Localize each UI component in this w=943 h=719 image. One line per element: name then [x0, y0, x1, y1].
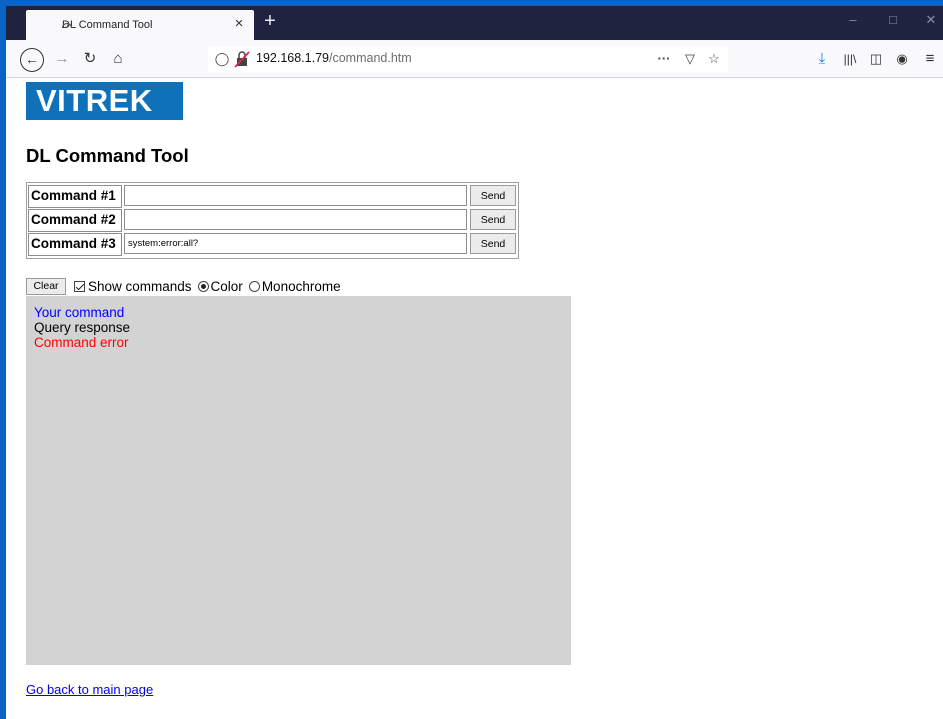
url-text: 192.168.1.79/command.htm	[256, 51, 412, 65]
send-1-button[interactable]: Send	[470, 185, 516, 206]
legend-your-command: Your command	[34, 305, 125, 320]
account-icon[interactable]: ◉	[890, 47, 914, 71]
clear-button[interactable]: Clear	[26, 277, 66, 295]
back-arrow-icon[interactable]: ←	[20, 48, 44, 72]
url-bar[interactable]: ◯ 192.168.1.79/command.htm ··· ▽ ☆	[208, 46, 728, 72]
monochrome-radio[interactable]	[248, 280, 260, 292]
monochrome-label: Monochrome	[261, 278, 341, 294]
bookmark-star-icon[interactable]: ☆	[704, 49, 724, 69]
page-actions-icon[interactable]: ···	[654, 49, 674, 69]
menu-icon[interactable]: ≡	[918, 47, 942, 71]
minimize-icon[interactable]: –	[843, 12, 863, 27]
sidebar-icon[interactable]: ◫	[864, 47, 888, 71]
maximize-icon[interactable]: □	[883, 12, 903, 27]
gauge-icon	[61, 22, 73, 29]
show-commands-checkbox[interactable]	[74, 280, 85, 292]
output-controls: Clear Show commands Color Monochrome	[26, 277, 341, 295]
browser-tab[interactable]: DL Command Tool ×	[26, 10, 254, 40]
browser-nav-bar: ← → ↻ ⌂ ◯ 192.168.1.79/command.htm ··· ▽…	[6, 40, 943, 78]
insecure-lock-icon[interactable]	[232, 49, 252, 69]
command-3-input[interactable]	[124, 233, 467, 254]
library-icon[interactable]: |||\	[838, 47, 862, 71]
vitrek-logo: VITREK	[26, 82, 183, 120]
back-to-main-link[interactable]: Go back to main page	[26, 682, 153, 697]
command-label: Command #3	[28, 233, 122, 256]
command-row: Command #3 Send	[28, 233, 517, 256]
tab-title: DL Command Tool	[62, 19, 153, 31]
command-label: Command #1	[28, 185, 122, 208]
command-table: Command #1 Send Command #2 Send Command …	[26, 182, 519, 259]
browser-tab-strip: DL Command Tool × + – □ ✕	[6, 6, 943, 40]
home-icon[interactable]: ⌂	[106, 47, 130, 71]
download-icon[interactable]: ⤓	[810, 47, 834, 71]
forward-arrow-icon[interactable]: →	[50, 47, 74, 71]
send-2-button[interactable]: Send	[470, 209, 516, 230]
reload-icon[interactable]: ↻	[78, 47, 102, 71]
command-2-input[interactable]	[124, 209, 467, 230]
color-radio[interactable]	[197, 280, 209, 292]
send-3-button[interactable]: Send	[470, 233, 516, 254]
window-close-icon[interactable]: ✕	[921, 12, 941, 28]
command-row: Command #1 Send	[28, 185, 517, 208]
page-title: DL Command Tool	[26, 145, 189, 166]
new-tab-icon[interactable]: +	[259, 10, 281, 33]
output-console[interactable]: Your command Query response Command erro…	[26, 296, 571, 665]
legend-query-response: Query response	[34, 320, 131, 335]
command-label: Command #2	[28, 209, 122, 232]
color-label: Color	[210, 278, 243, 294]
command-row: Command #2 Send	[28, 209, 517, 232]
show-commands-label: Show commands	[88, 278, 192, 294]
command-1-input[interactable]	[124, 185, 467, 206]
close-tab-icon[interactable]: ×	[230, 15, 248, 32]
url-host: 192.168.1.79	[256, 51, 329, 65]
legend-command-error: Command error	[34, 335, 129, 350]
shield-icon[interactable]: ◯	[212, 49, 232, 69]
page-content: VITREK DL Command Tool Command #1 Send C…	[6, 78, 943, 719]
url-path: /command.htm	[329, 51, 412, 65]
pocket-icon[interactable]: ▽	[680, 49, 700, 69]
